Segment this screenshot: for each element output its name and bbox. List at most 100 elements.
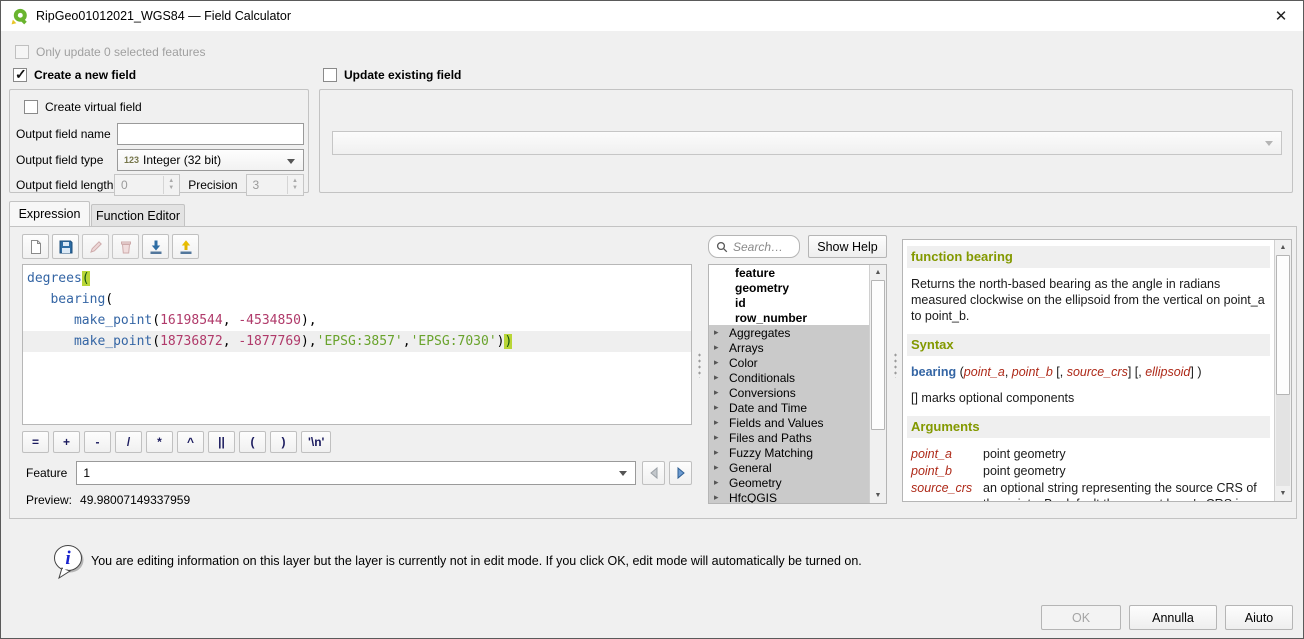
function-group-hfcqgis[interactable]: ▸HfcQGIS	[709, 490, 869, 504]
function-group-files-and-paths[interactable]: ▸Files and Paths	[709, 430, 869, 445]
help-scrollbar[interactable]: ▲ ▼	[1274, 240, 1291, 501]
spinner-arrows-icon: ▲▼	[163, 176, 178, 194]
scrollbar-thumb[interactable]	[871, 280, 885, 430]
argument-row: point_apoint geometry	[911, 446, 1266, 462]
operator-button-||[interactable]: ||	[208, 431, 235, 453]
group-label: Date and Time	[729, 401, 807, 415]
group-label: Fields and Values	[729, 416, 824, 430]
function-variable-id[interactable]: id	[709, 295, 869, 310]
function-help-panel: function bearing Returns the north-based…	[902, 239, 1292, 502]
import-expression-button[interactable]	[142, 234, 169, 259]
splitter-handle[interactable]	[697, 352, 702, 378]
precision-spinner[interactable]: 3 ▲▼	[246, 174, 304, 196]
function-group-date-and-time[interactable]: ▸Date and Time	[709, 400, 869, 415]
expand-caret-icon[interactable]: ▸	[714, 492, 729, 503]
expand-caret-icon[interactable]: ▸	[714, 432, 729, 443]
argument-description: an optional string representing the sour…	[983, 480, 1266, 501]
expand-caret-icon[interactable]: ▸	[714, 342, 729, 353]
close-icon[interactable]: ✕	[1265, 3, 1297, 29]
expand-caret-icon[interactable]: ▸	[714, 327, 729, 338]
expand-caret-icon[interactable]: ▸	[714, 387, 729, 398]
function-list-scrollbar[interactable]: ▲ ▼	[869, 265, 886, 503]
output-field-length-value: 0	[121, 178, 128, 192]
precision-value: 3	[253, 178, 260, 192]
output-field-length-spinner[interactable]: 0 ▲▼	[114, 174, 180, 196]
save-expression-button[interactable]	[52, 234, 79, 259]
preview-row: Preview: 49.98007149337959	[26, 493, 190, 507]
argument-name: point_a	[911, 446, 983, 462]
scroll-down-icon[interactable]: ▼	[870, 488, 886, 503]
create-new-field-checkbox[interactable]: Create a new field	[13, 68, 136, 82]
expression-code-line: make_point(18736872, -1877769),'EPSG:385…	[23, 331, 691, 352]
function-group-fields-and-values[interactable]: ▸Fields and Values	[709, 415, 869, 430]
chevron-down-icon	[619, 471, 627, 476]
expand-caret-icon[interactable]: ▸	[714, 372, 729, 383]
function-group-general[interactable]: ▸General	[709, 460, 869, 475]
function-group-geometry[interactable]: ▸Geometry	[709, 475, 869, 490]
create-virtual-field-checkbox[interactable]: Create virtual field	[24, 100, 142, 114]
chevron-down-icon	[1265, 141, 1273, 146]
operator-button--[interactable]: -	[84, 431, 111, 453]
tab-label: Expression	[19, 207, 81, 221]
function-variable-geometry[interactable]: geometry	[709, 280, 869, 295]
only-update-label: Only update 0 selected features	[36, 45, 205, 59]
show-help-button[interactable]: Show Help	[808, 235, 887, 258]
scroll-down-icon[interactable]: ▼	[1275, 486, 1291, 501]
checkbox-icon	[323, 68, 337, 82]
function-group-aggregates[interactable]: ▸Aggregates	[709, 325, 869, 340]
operator-button-^[interactable]: ^	[177, 431, 204, 453]
argument-description: point geometry	[983, 446, 1266, 462]
function-group-color[interactable]: ▸Color	[709, 355, 869, 370]
next-feature-button[interactable]	[669, 461, 692, 485]
operator-button-=[interactable]: =	[22, 431, 49, 453]
function-list[interactable]: featuregeometryidrow_number▸Aggregates▸A…	[708, 264, 887, 504]
function-group-arrays[interactable]: ▸Arrays	[709, 340, 869, 355]
operator-button-/[interactable]: /	[115, 431, 142, 453]
expand-caret-icon[interactable]: ▸	[714, 357, 729, 368]
export-expression-icon	[178, 239, 194, 255]
function-group-conditionals[interactable]: ▸Conditionals	[709, 370, 869, 385]
splitter-handle[interactable]	[893, 352, 898, 378]
search-placeholder: Search…	[733, 240, 783, 254]
function-variable-feature[interactable]: feature	[709, 265, 869, 280]
new-expression-button[interactable]	[22, 234, 49, 259]
tab-expression[interactable]: Expression	[9, 201, 90, 226]
scrollbar-track[interactable]	[1276, 395, 1290, 486]
function-search[interactable]: Search…	[708, 235, 800, 258]
operator-button-([interactable]: (	[239, 431, 266, 453]
function-group-fuzzy-matching[interactable]: ▸Fuzzy Matching	[709, 445, 869, 460]
operator-button-*[interactable]: *	[146, 431, 173, 453]
expression-editor[interactable]: degrees( bearing( make_point(16198544, -…	[22, 264, 692, 425]
argument-row: source_crsan optional string representin…	[911, 480, 1266, 501]
feature-combo[interactable]: 1	[76, 461, 636, 485]
ok-button: OK	[1041, 605, 1121, 630]
output-field-type-label: Output field type	[16, 153, 117, 167]
update-existing-field-checkbox[interactable]: Update existing field	[323, 68, 461, 82]
scroll-up-icon[interactable]: ▲	[870, 265, 886, 280]
precision-label: Precision	[188, 178, 237, 192]
only-update-checkbox[interactable]: Only update 0 selected features	[15, 45, 205, 59]
expand-caret-icon[interactable]: ▸	[714, 462, 729, 473]
previous-feature-button[interactable]	[642, 461, 665, 485]
function-group-conversions[interactable]: ▸Conversions	[709, 385, 869, 400]
annulla-button[interactable]: Annulla	[1129, 605, 1217, 630]
expand-caret-icon[interactable]: ▸	[714, 447, 729, 458]
aiuto-button[interactable]: Aiuto	[1225, 605, 1293, 630]
operator-button-)[interactable]: )	[270, 431, 297, 453]
expand-caret-icon[interactable]: ▸	[714, 417, 729, 428]
expression-code-line: bearing(	[23, 289, 691, 310]
function-variable-row_number[interactable]: row_number	[709, 310, 869, 325]
scroll-up-icon[interactable]: ▲	[1275, 240, 1291, 255]
argument-description: point geometry	[983, 463, 1266, 479]
output-field-name-input[interactable]	[117, 123, 304, 145]
info-icon: i	[51, 542, 85, 585]
expand-caret-icon[interactable]: ▸	[714, 477, 729, 488]
export-expression-button[interactable]	[172, 234, 199, 259]
tab-function-editor[interactable]: Function Editor	[91, 204, 185, 226]
operator-button-+[interactable]: +	[53, 431, 80, 453]
expand-caret-icon[interactable]: ▸	[714, 402, 729, 413]
output-field-type-combo[interactable]: 123 Integer (32 bit)	[117, 149, 304, 171]
scrollbar-thumb[interactable]	[1276, 255, 1290, 395]
operator-button-'\n'[interactable]: '\n'	[301, 431, 331, 453]
expression-toolbar	[22, 234, 202, 259]
